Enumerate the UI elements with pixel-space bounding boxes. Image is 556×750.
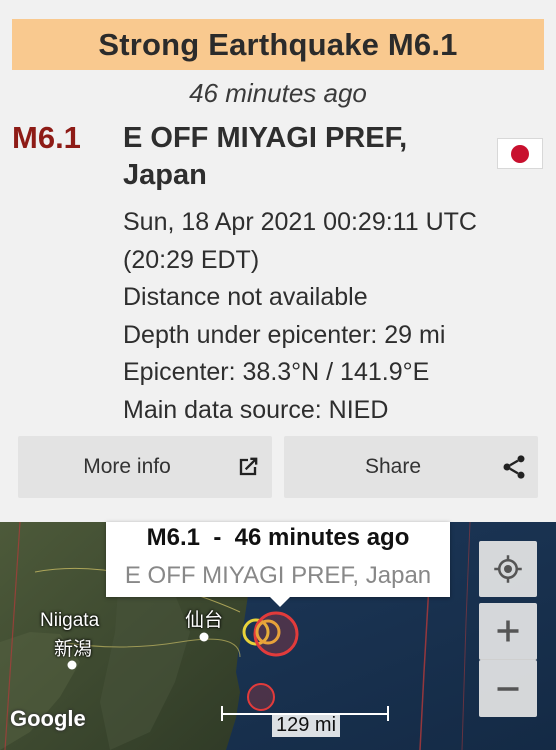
detail-source: Main data source: NIED <box>123 395 389 424</box>
detail-epicenter: Epicenter: 38.3°N / 141.9°E <box>123 358 430 386</box>
share-label: Share <box>364 455 422 478</box>
detail-datetime-local: (20:29 EDT) <box>123 245 260 274</box>
popup-title: M6.1 - 46 minutes ago <box>146 524 410 551</box>
open-external-icon <box>239 457 258 476</box>
quake-details: Sun, 18 Apr 2021 00:29:11 UTC (20:29 EDT… <box>123 204 548 429</box>
zoom-in-button[interactable] <box>479 603 537 660</box>
scale-label: 129 mi <box>272 714 341 737</box>
city-label-sendai: 仙台 <box>185 610 224 631</box>
city-label-niigata-local: 新潟 <box>54 639 93 660</box>
earthquake-card: Strong Earthquake M6.1 46 minutes ago M6… <box>0 0 556 522</box>
japan-flag-icon <box>497 138 543 169</box>
magnitude: M6.1 <box>12 120 81 155</box>
more-info-label: More info <box>83 455 171 478</box>
region-title: E OFF MIYAGI PREF, Japan <box>123 120 463 194</box>
city-label-niigata: Niigata <box>40 610 100 631</box>
zoom-out-icon <box>497 686 519 691</box>
detail-depth: Depth under epicenter: 29 mi <box>123 320 446 349</box>
region-line-2: Japan <box>123 159 207 191</box>
older-quake-marker-south <box>247 683 275 711</box>
my-location-button[interactable] <box>479 541 537 597</box>
detail-datetime-utc: Sun, 18 Apr 2021 00:29:11 UTC <box>123 208 477 236</box>
google-attribution-logo: Google <box>10 706 86 731</box>
region-line-1: E OFF MIYAGI PREF, <box>123 122 408 154</box>
my-location-icon <box>494 555 522 583</box>
zoom-in-icon <box>497 620 519 642</box>
detail-distance: Distance not available <box>123 283 368 311</box>
quake-marker <box>253 611 299 657</box>
alert-banner: Strong Earthquake M6.1 <box>12 19 544 70</box>
share-button[interactable]: Share <box>284 436 538 498</box>
time-ago: 46 minutes ago <box>189 78 367 108</box>
map-info-popup[interactable]: M6.1 - 46 minutes ago E OFF MIYAGI PREF,… <box>106 522 450 607</box>
share-icon <box>503 455 525 479</box>
popup-subtitle: E OFF MIYAGI PREF, Japan <box>124 562 432 589</box>
zoom-out-button[interactable] <box>479 660 537 717</box>
more-info-button[interactable]: More info <box>18 436 272 498</box>
